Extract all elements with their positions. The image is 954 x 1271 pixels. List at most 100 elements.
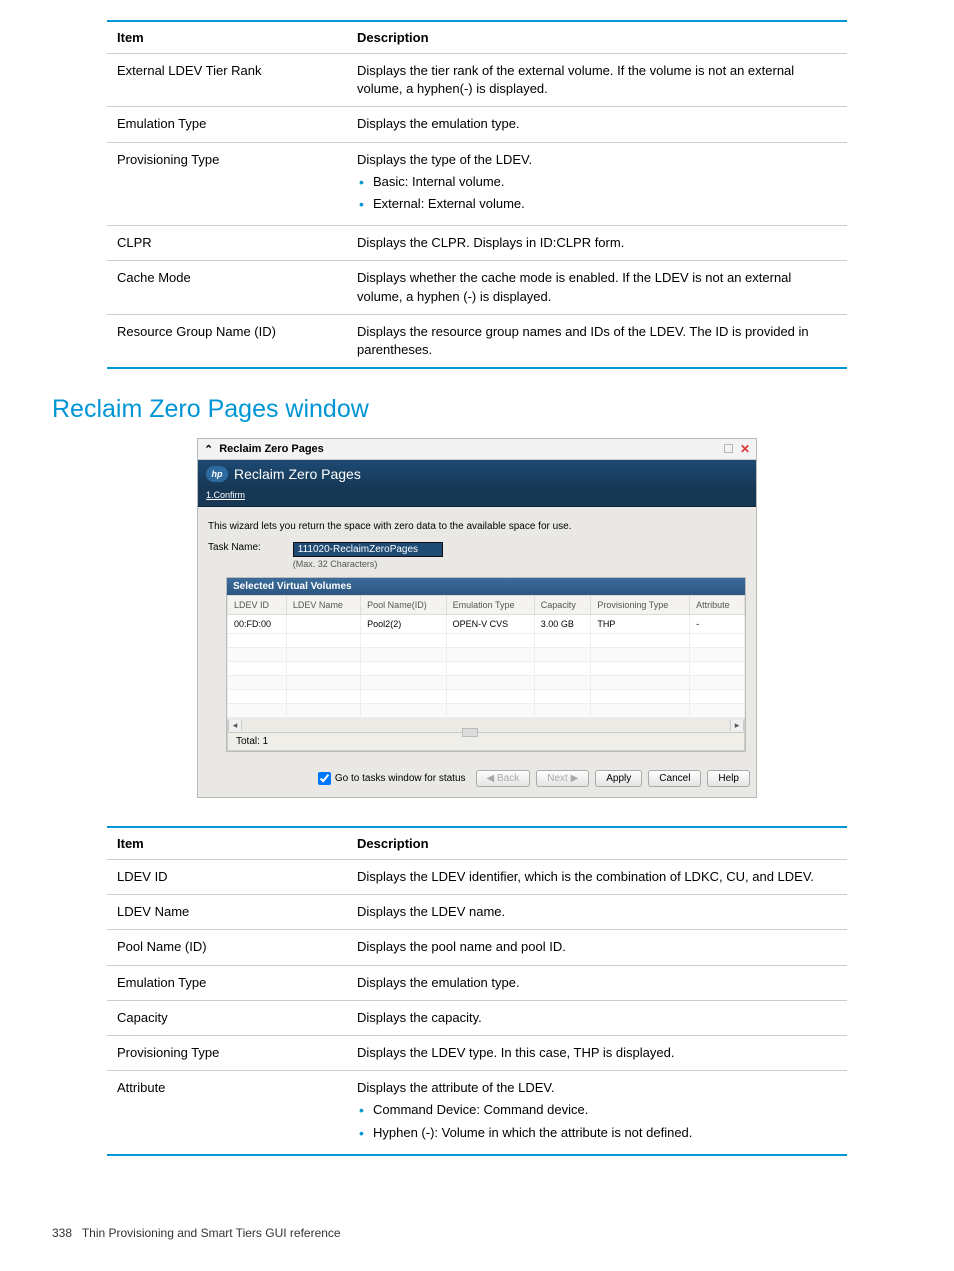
- cell-ldev-id: 00:FD:00: [228, 615, 287, 634]
- th-item: Item: [107, 827, 347, 860]
- banner-title: Reclaim Zero Pages: [234, 466, 361, 482]
- cell-desc: Displays the CLPR. Displays in ID:CLPR f…: [347, 226, 847, 261]
- reclaim-zero-pages-window: ⌃ Reclaim Zero Pages ☐ ✕ hp Reclaim Zero…: [197, 438, 757, 798]
- checkbox-label: Go to tasks window for status: [335, 773, 466, 784]
- th-item: Item: [107, 21, 347, 54]
- collapse-icon[interactable]: ⌃: [204, 443, 213, 456]
- table-row: Resource Group Name (ID) Displays the re…: [107, 314, 847, 368]
- wizard-footer: Go to tasks window for status ◀ Back Nex…: [198, 762, 756, 797]
- table-row: [228, 676, 745, 690]
- table-row: Capacity Displays the capacity.: [107, 1000, 847, 1035]
- table-row: Emulation Type Displays the emulation ty…: [107, 965, 847, 1000]
- table-row: LDEV Name Displays the LDEV name.: [107, 895, 847, 930]
- cancel-button[interactable]: Cancel: [648, 770, 701, 787]
- scroll-grip[interactable]: [462, 728, 478, 737]
- page-number: 338: [52, 1226, 72, 1240]
- cell-item: Cache Mode: [107, 261, 347, 314]
- col-provisioning: Provisioning Type: [591, 596, 690, 615]
- cell-cap: 3.00 GB: [534, 615, 591, 634]
- table-row: [228, 690, 745, 704]
- section-title: Reclaim Zero Pages window: [52, 395, 954, 424]
- selected-volumes-header: Selected Virtual Volumes: [227, 578, 745, 595]
- cell-desc: Displays the emulation type.: [347, 965, 847, 1000]
- cell-attr: -: [690, 615, 745, 634]
- cell-item: Emulation Type: [107, 965, 347, 1000]
- footer-text: Thin Provisioning and Smart Tiers GUI re…: [82, 1226, 341, 1240]
- back-button[interactable]: ◀ Back: [476, 770, 531, 787]
- col-ldev-id: LDEV ID: [228, 596, 287, 615]
- cell-desc: Displays the resource group names and ID…: [347, 314, 847, 368]
- col-pool: Pool Name(ID): [361, 596, 446, 615]
- list-item: Command Device: Command device.: [359, 1101, 837, 1119]
- table-row: Provisioning Type Displays the LDEV type…: [107, 1036, 847, 1071]
- window-titlebar: ⌃ Reclaim Zero Pages ☐ ✕: [198, 439, 756, 460]
- cell-item: External LDEV Tier Rank: [107, 54, 347, 107]
- th-desc: Description: [347, 21, 847, 54]
- table-row: Emulation Type Displays the emulation ty…: [107, 107, 847, 142]
- cell-item: CLPR: [107, 226, 347, 261]
- cell-item: Provisioning Type: [107, 1036, 347, 1071]
- cell-desc: Displays the LDEV type. In this case, TH…: [347, 1036, 847, 1071]
- cell-item: LDEV ID: [107, 860, 347, 895]
- table-row: [228, 648, 745, 662]
- scroll-left-icon[interactable]: ◂: [228, 720, 242, 731]
- table-row: LDEV ID Displays the LDEV identifier, wh…: [107, 860, 847, 895]
- banner: hp Reclaim Zero Pages: [198, 460, 756, 488]
- wizard-intro: This wizard lets you return the space wi…: [208, 521, 746, 532]
- cell-item: LDEV Name: [107, 895, 347, 930]
- cell-desc: Displays the type of the LDEV. Basic: In…: [347, 142, 847, 226]
- table-row: [228, 662, 745, 676]
- cell-desc: Displays the tier rank of the external v…: [347, 54, 847, 107]
- table-row: CLPR Displays the CLPR. Displays in ID:C…: [107, 226, 847, 261]
- total-row: Total: 1: [227, 733, 745, 751]
- cell-desc: Displays the pool name and pool ID.: [347, 930, 847, 965]
- cell-item: Emulation Type: [107, 107, 347, 142]
- cell-desc: Displays the emulation type.: [347, 107, 847, 142]
- col-capacity: Capacity: [534, 596, 591, 615]
- table-row: [228, 634, 745, 648]
- cell-item: Capacity: [107, 1000, 347, 1035]
- cell-item: Resource Group Name (ID): [107, 314, 347, 368]
- table-2: Item Description LDEV ID Displays the LD…: [107, 826, 847, 1156]
- table-row: Attribute Displays the attribute of the …: [107, 1071, 847, 1155]
- task-name-label: Task Name:: [208, 542, 261, 553]
- wizard-step-confirm[interactable]: 1.Confirm: [206, 490, 245, 500]
- wizard-steps: 1.Confirm: [198, 488, 756, 507]
- cell-pool: Pool2(2): [361, 615, 446, 634]
- cell-desc: Displays the attribute of the LDEV. Comm…: [347, 1071, 847, 1155]
- table-1: Item Description External LDEV Tier Rank…: [107, 20, 847, 369]
- cell-desc: Displays the LDEV identifier, which is t…: [347, 860, 847, 895]
- maximize-icon[interactable]: ☐: [723, 442, 734, 456]
- cell-prov: THP: [591, 615, 690, 634]
- help-button[interactable]: Help: [707, 770, 750, 787]
- list-item: Hyphen (-): Volume in which the attribut…: [359, 1124, 837, 1142]
- go-to-tasks-checkbox[interactable]: Go to tasks window for status: [318, 772, 466, 785]
- table-row[interactable]: 00:FD:00 Pool2(2) OPEN-V CVS 3.00 GB THP…: [228, 615, 745, 634]
- cell-desc: Displays the capacity.: [347, 1000, 847, 1035]
- selected-volumes-table: LDEV ID LDEV Name Pool Name(ID) Emulatio…: [227, 595, 745, 718]
- col-ldev-name: LDEV Name: [286, 596, 360, 615]
- list-item: External: External volume.: [359, 195, 837, 213]
- close-icon[interactable]: ✕: [740, 442, 750, 456]
- col-attribute: Attribute: [690, 596, 745, 615]
- task-name-input[interactable]: 111020-ReclaimZeroPages: [293, 542, 443, 557]
- cell-desc: Displays whether the cache mode is enabl…: [347, 261, 847, 314]
- task-name-hint: (Max. 32 Characters): [293, 559, 443, 569]
- table-row: [228, 704, 745, 718]
- col-emulation: Emulation Type: [446, 596, 534, 615]
- horizontal-scrollbar[interactable]: ◂ ▸: [227, 718, 745, 733]
- cell-ldev-name: [286, 615, 360, 634]
- cell-desc: Displays the LDEV name.: [347, 895, 847, 930]
- checkbox-input[interactable]: [318, 772, 331, 785]
- scroll-right-icon[interactable]: ▸: [730, 720, 744, 731]
- table-row: Provisioning Type Displays the type of t…: [107, 142, 847, 226]
- apply-button[interactable]: Apply: [595, 770, 642, 787]
- page-footer: 338 Thin Provisioning and Smart Tiers GU…: [52, 1226, 954, 1240]
- table-row: External LDEV Tier Rank Displays the tie…: [107, 54, 847, 107]
- table-row: Pool Name (ID) Displays the pool name an…: [107, 930, 847, 965]
- list-item: Basic: Internal volume.: [359, 173, 837, 191]
- next-button[interactable]: Next ▶: [536, 770, 589, 787]
- hp-logo-icon: hp: [206, 466, 228, 482]
- th-desc: Description: [347, 827, 847, 860]
- cell-item: Pool Name (ID): [107, 930, 347, 965]
